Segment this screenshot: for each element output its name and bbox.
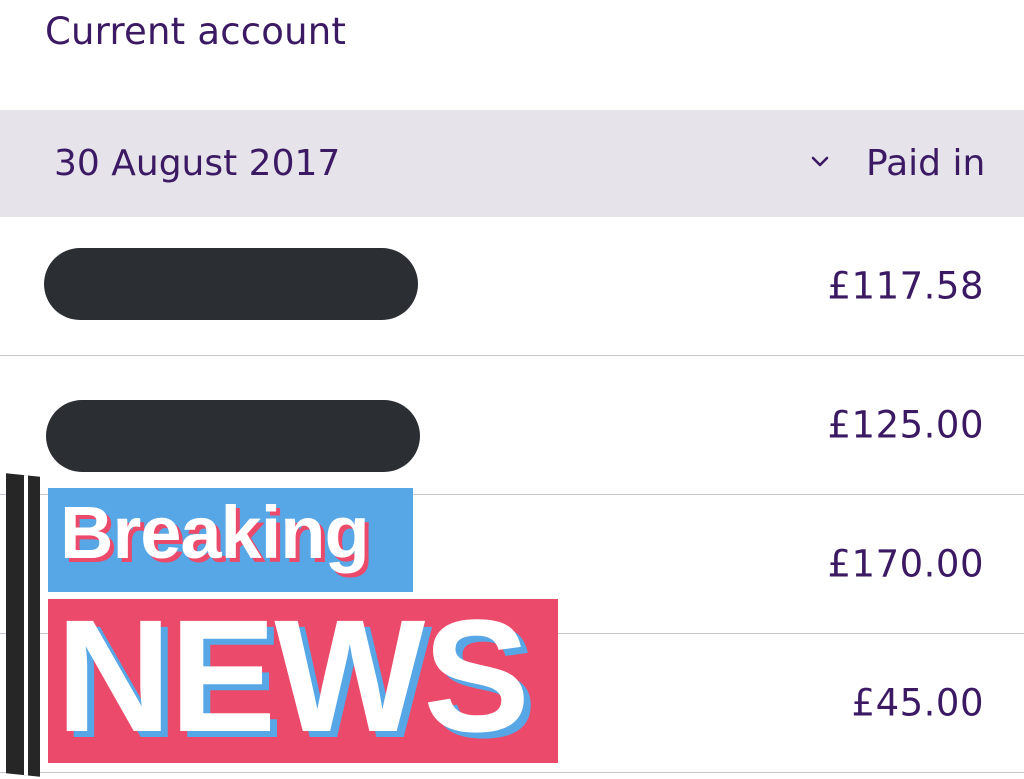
transaction-amount: £117.58 xyxy=(827,264,984,308)
transaction-amount: £170.00 xyxy=(827,542,984,586)
transaction-row[interactable]: £125.00 xyxy=(0,356,1024,495)
date-label: 30 August 2017 xyxy=(54,143,341,184)
redaction-bar xyxy=(46,400,420,472)
account-screen: Current account 30 August 2017 Paid in £… xyxy=(0,0,1024,779)
breaking-banner-text: Breaking xyxy=(60,491,370,574)
page-title: Current account xyxy=(45,10,347,53)
transaction-row[interactable]: £117.58 xyxy=(0,217,1024,356)
transaction-amount: £125.00 xyxy=(827,403,984,447)
redaction-bar xyxy=(44,248,418,320)
transaction-amount: £45.00 xyxy=(851,681,984,725)
news-banner-text: NEWS xyxy=(56,586,530,765)
chevron-down-icon[interactable] xyxy=(806,148,834,176)
paid-in-column-header[interactable]: Paid in xyxy=(866,143,985,184)
breaking-news-bar xyxy=(6,473,40,777)
